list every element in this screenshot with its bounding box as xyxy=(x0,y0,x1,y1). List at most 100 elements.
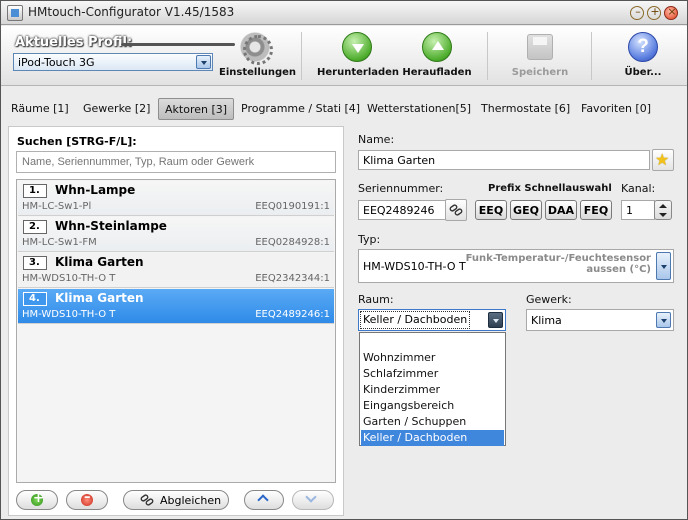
window-title: HMtouch-Configurator V1.45/1583 xyxy=(28,5,235,19)
room-option[interactable]: Eingangsbereich xyxy=(361,398,504,414)
move-down-button[interactable] xyxy=(292,490,334,510)
item-name: Whn-Steinlampe xyxy=(55,219,167,233)
item-serial: EEQ2489246:1 xyxy=(255,309,330,320)
tab-gewerke[interactable]: Gewerke [2] xyxy=(77,98,156,120)
item-number: 3. xyxy=(23,256,47,270)
chevron-down-icon[interactable] xyxy=(656,312,671,328)
tab-aktoren[interactable]: Aktoren [3] xyxy=(158,98,235,120)
item-number: 2. xyxy=(23,220,47,234)
maximize-button[interactable]: + xyxy=(647,5,661,20)
item-serial: EEQ0190191:1 xyxy=(255,201,330,212)
serial-link-button[interactable] xyxy=(445,199,467,221)
download-label: Herunterladen xyxy=(317,67,400,78)
item-name: Klima Garten xyxy=(55,255,144,269)
toolbar-separator xyxy=(301,32,302,80)
minimize-icon: – xyxy=(635,5,641,18)
upload-icon xyxy=(422,32,452,62)
actor-list[interactable]: 1. Whn-Lampe HM-LC-Sw1-Pl EEQ0190191:1 2… xyxy=(16,179,336,483)
room-option[interactable]: Garten / Schuppen xyxy=(361,414,504,430)
about-label: Über... xyxy=(624,67,662,78)
item-type: HM-LC-Sw1-Pl xyxy=(22,201,92,212)
trade-value: Klima xyxy=(531,314,562,327)
profile-label: Aktuelles Profil: xyxy=(15,35,133,50)
item-type: HM-LC-Sw1-FM xyxy=(22,237,97,248)
serial-label: Seriennummer: xyxy=(358,182,444,195)
help-icon xyxy=(628,32,658,62)
chevron-down-icon[interactable] xyxy=(196,55,211,69)
tab-bar: Räume [1] Gewerke [2] Aktoren [3] Progra… xyxy=(1,98,687,122)
item-name: Klima Garten xyxy=(55,291,144,305)
close-button[interactable]: × xyxy=(664,5,678,20)
prefix-daa-button[interactable]: DAA xyxy=(545,200,577,220)
search-label: Suchen [STRG-F/L]: xyxy=(17,135,137,148)
chevron-down-icon[interactable] xyxy=(488,312,503,328)
profile-select[interactable]: iPod-Touch 3G xyxy=(13,53,213,71)
minimize-button[interactable]: – xyxy=(630,5,644,20)
gear-icon xyxy=(240,32,273,65)
remove-actor-button[interactable]: – xyxy=(66,490,108,510)
tab-thermostate[interactable]: Thermostate [6] xyxy=(475,98,576,120)
channel-spinner[interactable] xyxy=(654,200,672,220)
channel-label: Kanal: xyxy=(621,182,656,195)
list-item[interactable]: 3. Klima Garten HM-WDS10-TH-O T EEQ23423… xyxy=(18,253,334,288)
about-button[interactable]: Über... xyxy=(607,30,679,84)
favorite-button[interactable]: ★ xyxy=(652,149,674,171)
sync-label: Abgleichen xyxy=(160,494,222,507)
plus-icon: + xyxy=(33,491,44,506)
prefix-feq-button[interactable]: FEQ xyxy=(580,200,612,220)
room-select[interactable]: Keller / Dachboden xyxy=(358,309,506,331)
profile-value: iPod-Touch 3G xyxy=(18,56,95,69)
upload-button[interactable]: Heraufladen xyxy=(401,30,473,84)
list-item[interactable]: 1. Whn-Lampe HM-LC-Sw1-Pl EEQ0190191:1 xyxy=(18,181,334,216)
list-item-selected[interactable]: 4. Klima Garten HM-WDS10-TH-O T EEQ24892… xyxy=(18,289,334,324)
sync-button[interactable]: Abgleichen xyxy=(123,490,229,510)
tab-wetterstationen[interactable]: Wetterstationen[5] xyxy=(361,98,477,120)
room-label: Raum: xyxy=(358,293,394,306)
tab-raeume[interactable]: Räume [1] xyxy=(5,98,75,120)
toolbar-separator xyxy=(591,32,592,80)
channel-input[interactable]: 1 xyxy=(621,200,655,220)
room-option-empty[interactable] xyxy=(361,334,504,350)
chevron-down-icon xyxy=(305,491,317,503)
trade-label: Gewerk: xyxy=(526,293,572,306)
room-option-selected[interactable]: Keller / Dachboden xyxy=(361,430,504,446)
maximize-icon: + xyxy=(650,5,660,18)
item-type: HM-WDS10-TH-O T xyxy=(22,273,116,284)
prefix-label: Prefix Schnellauswahl xyxy=(488,183,612,194)
chevron-up-icon xyxy=(257,494,269,506)
save-label: Speichern xyxy=(511,67,569,78)
toolbar: Aktuelles Profil: iPod-Touch 3G Einstell… xyxy=(1,26,687,86)
trade-select[interactable]: Klima xyxy=(526,309,674,331)
item-type: HM-WDS10-TH-O T xyxy=(22,309,116,320)
room-dropdown-list[interactable]: Wohnzimmer Schlafzimmer Kinderzimmer Ein… xyxy=(359,332,506,446)
name-input[interactable]: Klima Garten xyxy=(358,150,650,170)
room-option[interactable]: Wohnzimmer xyxy=(361,350,504,366)
serial-input[interactable]: EEQ2489246 xyxy=(358,200,446,220)
item-serial: EEQ2342344:1 xyxy=(255,273,330,284)
actor-list-panel: Suchen [STRG-F/L]: 1. Whn-Lampe HM-LC-Sw… xyxy=(8,126,344,516)
room-option[interactable]: Kinderzimmer xyxy=(361,382,504,398)
item-name: Whn-Lampe xyxy=(55,183,136,197)
add-actor-button[interactable]: + xyxy=(16,490,58,510)
tab-favoriten[interactable]: Favoriten [0] xyxy=(575,98,657,120)
move-up-button[interactable] xyxy=(244,490,284,510)
list-item[interactable]: 2. Whn-Steinlampe HM-LC-Sw1-FM EEQ028492… xyxy=(18,217,334,252)
settings-button[interactable]: Einstellungen xyxy=(219,30,296,84)
search-input[interactable] xyxy=(16,151,336,173)
title-bar[interactable]: HMtouch-Configurator V1.45/1583 – + × xyxy=(1,1,687,25)
tab-programme[interactable]: Programme / Stati [4] xyxy=(235,98,366,120)
room-option[interactable]: Schlafzimmer xyxy=(361,366,504,382)
save-button[interactable]: Speichern xyxy=(503,30,577,84)
prefix-eeq-button[interactable]: EEQ xyxy=(475,200,507,220)
prefix-geq-button[interactable]: GEQ xyxy=(510,200,542,220)
item-number: 1. xyxy=(23,184,47,198)
room-value: Keller / Dachboden xyxy=(359,311,471,329)
minus-icon: – xyxy=(84,490,91,505)
app-icon xyxy=(7,5,23,21)
name-label: Name: xyxy=(358,133,395,146)
download-button[interactable]: Herunterladen xyxy=(317,30,400,84)
type-label: Typ: xyxy=(358,233,381,246)
chevron-down-icon[interactable] xyxy=(656,252,671,280)
type-select[interactable]: HM-WDS10-TH-O T Funk-Temperatur-/Feuchte… xyxy=(358,249,674,283)
download-icon xyxy=(342,32,372,62)
